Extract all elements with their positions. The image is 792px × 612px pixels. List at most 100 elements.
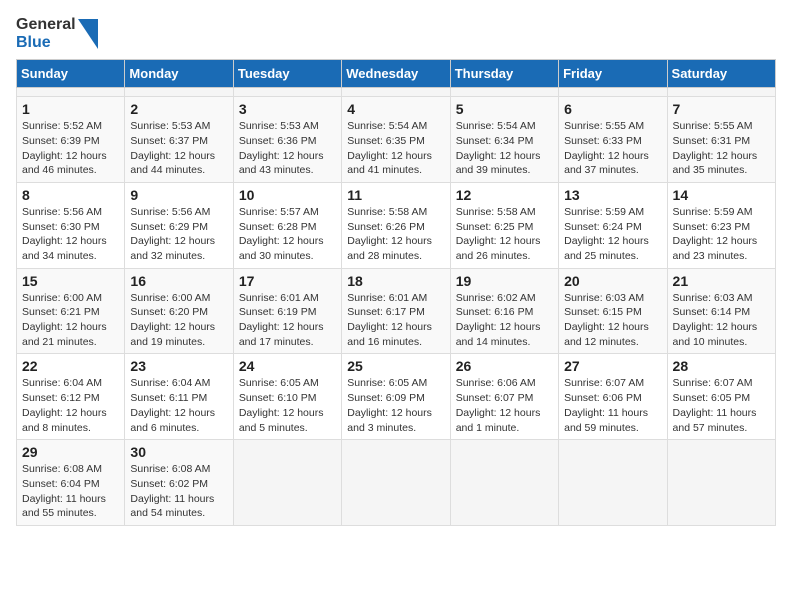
day-cell: 30 Sunrise: 6:08 AMSunset: 6:02 PMDaylig… — [125, 440, 233, 526]
week-row-2: 1 Sunrise: 5:52 AMSunset: 6:39 PMDayligh… — [17, 97, 776, 183]
day-info: Sunrise: 5:56 AMSunset: 6:30 PMDaylight:… — [22, 206, 107, 262]
day-number: 28 — [673, 358, 770, 374]
day-info: Sunrise: 6:08 AMSunset: 6:02 PMDaylight:… — [130, 463, 214, 519]
day-info: Sunrise: 6:04 AMSunset: 6:11 PMDaylight:… — [130, 377, 215, 433]
day-number: 24 — [239, 358, 336, 374]
day-cell: 23 Sunrise: 6:04 AMSunset: 6:11 PMDaylig… — [125, 354, 233, 440]
day-cell: 29 Sunrise: 6:08 AMSunset: 6:04 PMDaylig… — [17, 440, 125, 526]
day-cell — [17, 88, 125, 97]
day-cell — [559, 440, 667, 526]
day-cell: 14 Sunrise: 5:59 AMSunset: 6:23 PMDaylig… — [667, 182, 775, 268]
day-cell: 25 Sunrise: 6:05 AMSunset: 6:09 PMDaylig… — [342, 354, 450, 440]
header-cell-tuesday: Tuesday — [233, 60, 341, 88]
day-cell — [667, 88, 775, 97]
day-info: Sunrise: 6:07 AMSunset: 6:05 PMDaylight:… — [673, 377, 757, 433]
day-number: 27 — [564, 358, 661, 374]
day-number: 13 — [564, 187, 661, 203]
day-cell: 19 Sunrise: 6:02 AMSunset: 6:16 PMDaylig… — [450, 268, 558, 354]
day-number: 4 — [347, 101, 444, 117]
day-cell: 24 Sunrise: 6:05 AMSunset: 6:10 PMDaylig… — [233, 354, 341, 440]
day-number: 17 — [239, 273, 336, 289]
day-info: Sunrise: 6:04 AMSunset: 6:12 PMDaylight:… — [22, 377, 107, 433]
day-cell — [450, 88, 558, 97]
day-info: Sunrise: 5:52 AMSunset: 6:39 PMDaylight:… — [22, 120, 107, 176]
day-number: 23 — [130, 358, 227, 374]
day-info: Sunrise: 6:06 AMSunset: 6:07 PMDaylight:… — [456, 377, 541, 433]
day-number: 22 — [22, 358, 119, 374]
day-number: 2 — [130, 101, 227, 117]
day-cell: 13 Sunrise: 5:59 AMSunset: 6:24 PMDaylig… — [559, 182, 667, 268]
day-info: Sunrise: 5:57 AMSunset: 6:28 PMDaylight:… — [239, 206, 324, 262]
calendar-table: SundayMondayTuesdayWednesdayThursdayFrid… — [16, 59, 776, 526]
week-row-3: 8 Sunrise: 5:56 AMSunset: 6:30 PMDayligh… — [17, 182, 776, 268]
header-cell-saturday: Saturday — [667, 60, 775, 88]
day-cell: 16 Sunrise: 6:00 AMSunset: 6:20 PMDaylig… — [125, 268, 233, 354]
header-cell-sunday: Sunday — [17, 60, 125, 88]
logo-chevron-icon — [78, 19, 98, 49]
logo-graphic: General Blue — [16, 16, 98, 51]
day-number: 14 — [673, 187, 770, 203]
day-info: Sunrise: 6:03 AMSunset: 6:15 PMDaylight:… — [564, 292, 649, 348]
day-cell — [342, 88, 450, 97]
day-cell: 21 Sunrise: 6:03 AMSunset: 6:14 PMDaylig… — [667, 268, 775, 354]
day-info: Sunrise: 5:54 AMSunset: 6:34 PMDaylight:… — [456, 120, 541, 176]
day-number: 18 — [347, 273, 444, 289]
day-info: Sunrise: 5:58 AMSunset: 6:25 PMDaylight:… — [456, 206, 541, 262]
day-info: Sunrise: 5:59 AMSunset: 6:24 PMDaylight:… — [564, 206, 649, 262]
day-cell: 7 Sunrise: 5:55 AMSunset: 6:31 PMDayligh… — [667, 97, 775, 183]
day-number: 21 — [673, 273, 770, 289]
day-info: Sunrise: 6:00 AMSunset: 6:20 PMDaylight:… — [130, 292, 215, 348]
day-info: Sunrise: 5:53 AMSunset: 6:37 PMDaylight:… — [130, 120, 215, 176]
day-info: Sunrise: 5:56 AMSunset: 6:29 PMDaylight:… — [130, 206, 215, 262]
day-number: 9 — [130, 187, 227, 203]
day-cell: 20 Sunrise: 6:03 AMSunset: 6:15 PMDaylig… — [559, 268, 667, 354]
day-cell — [125, 88, 233, 97]
day-number: 16 — [130, 273, 227, 289]
day-info: Sunrise: 6:03 AMSunset: 6:14 PMDaylight:… — [673, 292, 758, 348]
day-cell — [233, 440, 341, 526]
day-number: 20 — [564, 273, 661, 289]
logo-line2: Blue — [16, 34, 76, 52]
day-cell — [233, 88, 341, 97]
day-info: Sunrise: 6:08 AMSunset: 6:04 PMDaylight:… — [22, 463, 106, 519]
day-number: 8 — [22, 187, 119, 203]
day-number: 30 — [130, 444, 227, 460]
day-cell: 8 Sunrise: 5:56 AMSunset: 6:30 PMDayligh… — [17, 182, 125, 268]
day-info: Sunrise: 6:07 AMSunset: 6:06 PMDaylight:… — [564, 377, 648, 433]
day-cell — [667, 440, 775, 526]
day-cell — [559, 88, 667, 97]
day-info: Sunrise: 5:58 AMSunset: 6:26 PMDaylight:… — [347, 206, 432, 262]
day-cell: 1 Sunrise: 5:52 AMSunset: 6:39 PMDayligh… — [17, 97, 125, 183]
day-cell: 17 Sunrise: 6:01 AMSunset: 6:19 PMDaylig… — [233, 268, 341, 354]
day-cell: 28 Sunrise: 6:07 AMSunset: 6:05 PMDaylig… — [667, 354, 775, 440]
day-cell: 12 Sunrise: 5:58 AMSunset: 6:25 PMDaylig… — [450, 182, 558, 268]
day-number: 11 — [347, 187, 444, 203]
header-cell-friday: Friday — [559, 60, 667, 88]
day-cell: 9 Sunrise: 5:56 AMSunset: 6:29 PMDayligh… — [125, 182, 233, 268]
day-info: Sunrise: 6:00 AMSunset: 6:21 PMDaylight:… — [22, 292, 107, 348]
day-cell — [342, 440, 450, 526]
day-number: 3 — [239, 101, 336, 117]
day-info: Sunrise: 5:55 AMSunset: 6:31 PMDaylight:… — [673, 120, 758, 176]
day-number: 25 — [347, 358, 444, 374]
header-cell-wednesday: Wednesday — [342, 60, 450, 88]
day-number: 26 — [456, 358, 553, 374]
day-cell: 5 Sunrise: 5:54 AMSunset: 6:34 PMDayligh… — [450, 97, 558, 183]
day-info: Sunrise: 6:01 AMSunset: 6:19 PMDaylight:… — [239, 292, 324, 348]
day-cell: 10 Sunrise: 5:57 AMSunset: 6:28 PMDaylig… — [233, 182, 341, 268]
day-cell — [450, 440, 558, 526]
day-cell: 15 Sunrise: 6:00 AMSunset: 6:21 PMDaylig… — [17, 268, 125, 354]
day-info: Sunrise: 5:59 AMSunset: 6:23 PMDaylight:… — [673, 206, 758, 262]
header-cell-thursday: Thursday — [450, 60, 558, 88]
logo: General Blue — [16, 16, 98, 51]
day-info: Sunrise: 6:05 AMSunset: 6:09 PMDaylight:… — [347, 377, 432, 433]
day-number: 1 — [22, 101, 119, 117]
week-row-5: 22 Sunrise: 6:04 AMSunset: 6:12 PMDaylig… — [17, 354, 776, 440]
logo-line1: General — [16, 16, 76, 34]
day-cell: 3 Sunrise: 5:53 AMSunset: 6:36 PMDayligh… — [233, 97, 341, 183]
header: General Blue — [16, 16, 776, 51]
header-row: SundayMondayTuesdayWednesdayThursdayFrid… — [17, 60, 776, 88]
day-number: 10 — [239, 187, 336, 203]
day-number: 15 — [22, 273, 119, 289]
day-number: 12 — [456, 187, 553, 203]
